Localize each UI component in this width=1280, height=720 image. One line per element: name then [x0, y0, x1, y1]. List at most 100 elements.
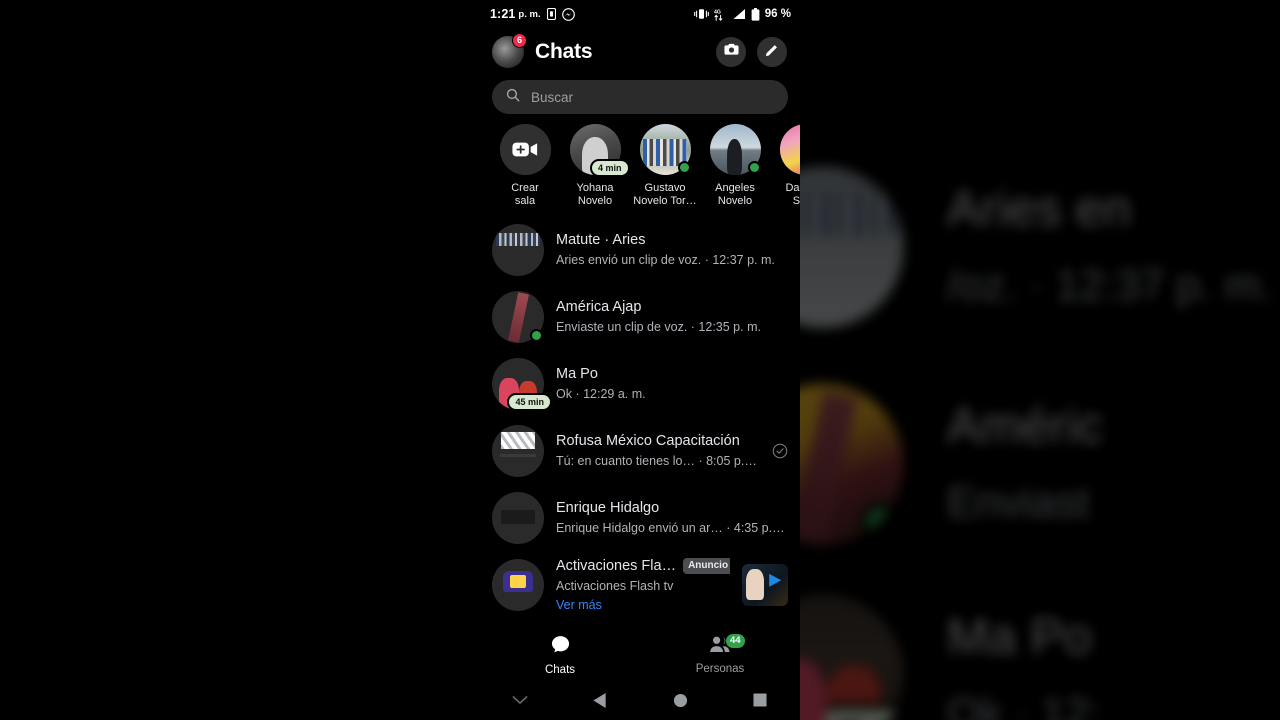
story-label: Gustavo Novelo Tor… [633, 182, 697, 207]
app-header: 6 Chats [480, 28, 800, 76]
story-item-angeles-novelo[interactable]: Angeles Novelo [700, 124, 770, 208]
chat-bubble-icon [550, 634, 571, 660]
sim-card-icon [546, 7, 556, 21]
chat-list-item[interactable]: Matute · Aries Aries envió un clip de vo… [480, 216, 800, 283]
bg-row-sub: /oz. · 12:37 p. m. [947, 259, 1273, 310]
tab-personas[interactable]: 44 Personas [640, 630, 800, 680]
hide-keyboard-icon[interactable] [507, 687, 533, 713]
profile-avatar-button[interactable]: 6 [492, 33, 527, 68]
chat-name: Rofusa México Capacitación [556, 432, 740, 449]
search-bar[interactable] [492, 80, 788, 114]
bg-row-name: Améric [947, 402, 1104, 455]
story-label: DabryarSolís [785, 182, 800, 207]
story-item-yohana-novelo[interactable]: 4 min Yohana Novelo [560, 124, 630, 208]
bg-row-sub: Enviast [947, 476, 1090, 527]
search-icon [506, 88, 520, 107]
chat-preview: Enrique Hidalgo envió un ar… · 4:35 p. m… [556, 520, 788, 535]
chat-avatar-image [492, 558, 544, 611]
sponsored-chat-item[interactable]: Activaciones Fla… Anuncio Activaciones F… [480, 551, 800, 618]
chat-avatar: 45 min [492, 357, 552, 411]
chat-avatar [492, 491, 544, 544]
story-time-pill: 4 min [589, 159, 630, 177]
pencil-icon [764, 42, 780, 63]
chat-name: Enrique Hidalgo [556, 499, 660, 516]
stories-row[interactable]: Crear sala 4 min Yohana Novelo Gustavo Nove… [480, 122, 800, 214]
story-item-dabryar-solis[interactable]: DabryarSolís [770, 124, 800, 208]
bottom-tab-bar: Chats 44 Personas [480, 630, 800, 680]
camera-icon [723, 41, 740, 63]
status-badge: Anuncio [683, 557, 730, 574]
chat-name-row: Activaciones Fla… Anuncio [556, 557, 730, 575]
chat-preview: Ok · 12:29 a. m. [556, 386, 646, 401]
status-ampm: p. m. [518, 8, 541, 20]
bg-row-sub: Ok · 12: [947, 687, 1102, 720]
avatar-badge: 6 [512, 33, 527, 48]
chat-name: Activaciones Fla… [556, 557, 677, 574]
home-icon[interactable] [667, 687, 693, 713]
story-label: Crear sala [511, 182, 539, 207]
bg-row-name: Ma Po [947, 613, 1092, 666]
network-4g-icon: 4G [714, 8, 727, 21]
chat-list-item[interactable]: Rofusa México Capacitación Tú: en cuanto… [480, 417, 800, 484]
camera-button[interactable] [716, 37, 746, 67]
chat-preview: Tú: en cuanto tienes lo… · 8:05 p. m. [556, 453, 760, 468]
chat-avatar-image [492, 223, 544, 276]
chat-avatar-image [492, 424, 544, 477]
chat-avatar-image [492, 491, 544, 544]
tab-chats[interactable]: Chats [480, 630, 640, 680]
chat-preview: Activaciones Flash tv [556, 578, 674, 593]
page-title: Chats [535, 40, 593, 63]
recents-icon[interactable] [747, 687, 773, 713]
status-bar: 1:21 p. m. 4G 96 % [480, 0, 800, 28]
story-label: Angeles Novelo [715, 182, 755, 207]
ad-thumbnail-image [742, 563, 788, 606]
active-status-dot [677, 161, 691, 174]
chat-list-item[interactable]: Enrique Hidalgo Enrique Hidalgo envió un… [480, 484, 800, 551]
story-item-create-room[interactable]: Crear sala [490, 124, 560, 208]
chat-name: América Ajap [556, 298, 642, 315]
bg-time-pill: 45 mi [807, 702, 904, 720]
android-navigation-bar [480, 680, 800, 720]
story-avatar: 4 min [569, 124, 630, 177]
chat-list-item[interactable]: América Ajap Enviaste un clip de voz. · … [480, 283, 800, 350]
back-icon[interactable] [587, 687, 613, 713]
compose-button[interactable] [757, 37, 787, 67]
vibrate-icon [693, 8, 709, 20]
battery-icon [751, 7, 760, 21]
seen-check-icon [772, 443, 788, 459]
chat-avatar [492, 290, 544, 343]
chat-name: Ma Po [556, 365, 598, 382]
battery-percent: 96 % [764, 8, 791, 20]
search-input[interactable] [531, 89, 774, 105]
messenger-icon [561, 7, 575, 21]
story-avatar [779, 124, 800, 175]
ad-thumbnail[interactable] [742, 563, 788, 606]
see-more-link[interactable]: Ver más [556, 597, 730, 613]
bg-chat-row: Aries en /oz. · 12:37 p. m. [742, 166, 1273, 328]
story-label: Yohana Novelo [576, 182, 614, 207]
status-time: 1:21 [490, 7, 516, 21]
chat-preview: Enviaste un clip de voz. · 12:35 p. m. [556, 319, 761, 334]
tab-label: Chats [544, 664, 576, 676]
svg-text:4G: 4G [714, 9, 721, 15]
chat-name: Matute · Aries [556, 231, 646, 248]
active-status-dot [530, 328, 543, 342]
chat-list: Matute · Aries Aries envió un clip de vo… [480, 214, 800, 618]
create-room-avatar [499, 124, 551, 175]
search-container [480, 76, 800, 122]
chat-time-pill: 45 min [507, 392, 552, 411]
chat-avatar [492, 558, 544, 611]
chat-preview: Aries envió un clip de voz. · 12:37 p. m… [556, 252, 775, 267]
tab-label: Personas [695, 663, 745, 675]
chat-list-item[interactable]: 45 min Ma Po Ok · 12:29 a. m. [480, 350, 800, 417]
bg-row-name: Aries en [947, 185, 1132, 238]
chat-avatar [492, 424, 544, 477]
chat-avatar [492, 223, 544, 276]
story-avatar-image [779, 124, 800, 175]
active-status-dot [747, 161, 761, 174]
screen-root: Aries en /oz. · 12:37 p. m. Améric Envia… [0, 0, 1280, 720]
story-avatar [709, 124, 761, 175]
story-item-gustavo-novelo-tor[interactable]: Gustavo Novelo Tor… [630, 124, 700, 208]
story-avatar [639, 124, 691, 175]
video-plus-icon [499, 124, 551, 175]
